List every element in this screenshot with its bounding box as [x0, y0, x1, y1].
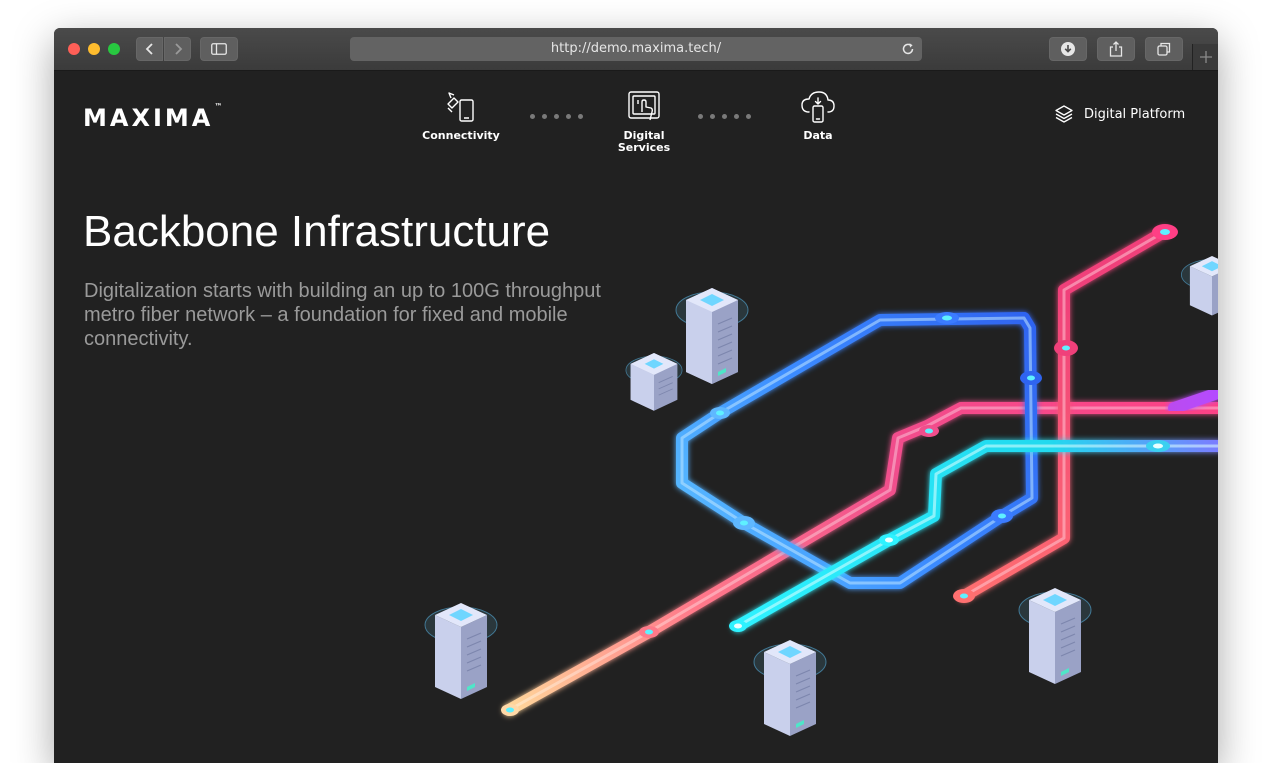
server-rack-3 [424, 603, 498, 699]
server-rack-2 [625, 353, 683, 411]
server-rack-1 [675, 288, 749, 384]
logo-text: MAXIMA [83, 104, 214, 132]
nav-data[interactable]: Data [763, 90, 873, 142]
digital-platform-link[interactable]: Digital Platform [1054, 104, 1185, 124]
digital-platform-label: Digital Platform [1084, 106, 1186, 122]
connectivity-icon [447, 92, 474, 122]
nav-connectivity[interactable]: Connectivity [406, 90, 516, 142]
hero-description: Digitalization starts with building an u… [84, 280, 601, 350]
digital-services-icon [628, 91, 660, 121]
nav-separator-2 [698, 114, 751, 119]
layers-icon [1055, 105, 1073, 123]
nav-separator-1 [530, 114, 583, 119]
server-rack-5 [1018, 588, 1092, 684]
nav-digital-services[interactable]: Digital Services [589, 90, 699, 154]
server-rack-4 [753, 640, 827, 736]
nav-digital-services-label: Digital Services [589, 130, 699, 154]
nav-connectivity-label: Connectivity [422, 129, 500, 142]
nav-digital-label-line2: Services [617, 141, 671, 154]
maxima-logo[interactable]: MAXIMA™ [83, 102, 223, 132]
logo-trademark: ™ [214, 102, 223, 111]
cloud-data-icon [801, 91, 835, 123]
server-rack-6 [1180, 256, 1218, 316]
page-title: Backbone Infrastructure [83, 207, 551, 256]
browser-window: http://demo.maxima.tech/ MAXIMA™ Connect… [54, 28, 1218, 763]
nav-data-label: Data [803, 129, 833, 142]
